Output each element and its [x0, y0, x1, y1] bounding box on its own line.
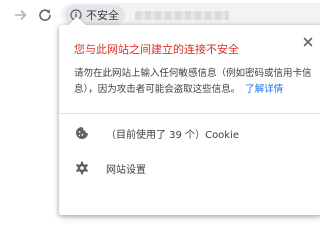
- close-icon: [303, 37, 313, 47]
- security-status-label: 不安全: [86, 9, 119, 22]
- cookie-icon: [74, 125, 90, 141]
- blurred-url: [135, 11, 229, 20]
- cookies-row[interactable]: （目前使用了 39 个）Cookie: [59, 118, 320, 148]
- site-settings-row[interactable]: 网站设置: [59, 153, 320, 183]
- popup-body: 请勿在此网站上输入任何敏感信息（例如密码或信用卡信息），因为攻击者可能会盗取这些…: [74, 66, 312, 98]
- close-button[interactable]: [300, 34, 316, 50]
- gear-icon: [74, 160, 90, 176]
- popup-title: 您与此网站之间建立的连接不安全: [74, 43, 239, 56]
- arrow-right-icon: [14, 10, 27, 20]
- site-settings-label: 网站设置: [106, 164, 146, 176]
- page-info-popup: 您与此网站之间建立的连接不安全 请勿在此网站上输入任何敏感信息（例如密码或信用卡…: [59, 16, 320, 215]
- reload-button[interactable]: [33, 3, 57, 27]
- reload-icon: [39, 9, 51, 21]
- learn-more-link[interactable]: 了解详情: [245, 84, 283, 95]
- cookies-label: （目前使用了 39 个）Cookie: [106, 129, 240, 141]
- omnibox[interactable]: 不安全: [61, 3, 320, 27]
- popup-divider: [59, 113, 320, 114]
- forward-button[interactable]: [9, 3, 33, 27]
